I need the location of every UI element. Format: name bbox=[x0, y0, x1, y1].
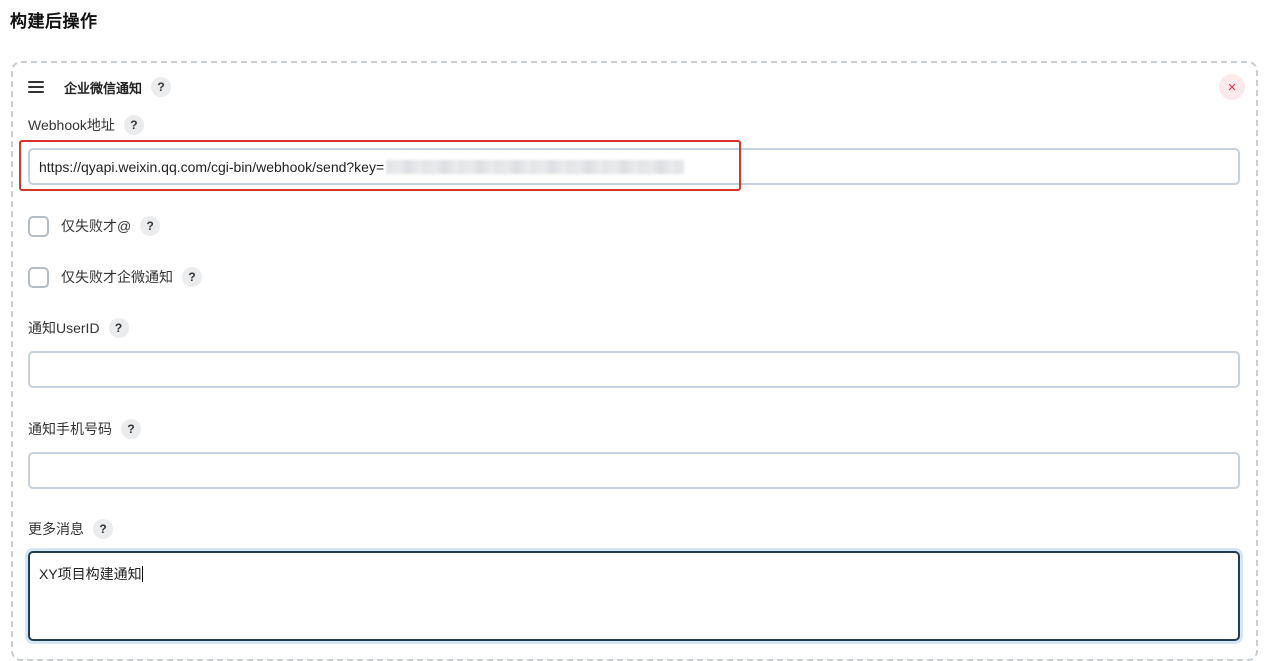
drag-handle-icon[interactable] bbox=[28, 81, 44, 93]
fail-only-at-label: 仅失败才@ bbox=[61, 218, 132, 234]
text-caret bbox=[141, 566, 143, 582]
fail-only-at-checkbox[interactable] bbox=[28, 215, 49, 237]
more-info-label-row: 更多消息 ? bbox=[28, 519, 113, 539]
webhook-help-icon[interactable]: ? bbox=[123, 115, 144, 135]
mobile-label: 通知手机号码 bbox=[28, 421, 112, 437]
fail-only-notify-help-icon[interactable]: ? bbox=[182, 267, 202, 287]
section-title: 构建后操作 bbox=[10, 12, 98, 31]
close-icon[interactable]: × bbox=[1219, 74, 1245, 100]
webhook-label: Webhook地址 bbox=[28, 117, 115, 133]
panel-header: 企业微信通知 ? bbox=[28, 77, 172, 97]
mobile-input[interactable] bbox=[28, 452, 1240, 489]
more-info-help-icon[interactable]: ? bbox=[93, 519, 113, 539]
user-id-label: 通知UserID bbox=[28, 320, 100, 336]
more-info-label: 更多消息 bbox=[28, 521, 84, 537]
fail-only-notify-label: 仅失败才企微通知 bbox=[61, 269, 173, 285]
panel-help-icon[interactable]: ? bbox=[151, 77, 172, 97]
user-id-input[interactable] bbox=[28, 351, 1240, 388]
fail-only-at-help-icon[interactable]: ? bbox=[140, 216, 161, 236]
panel-title: 企业微信通知 bbox=[64, 80, 143, 96]
fail-only-notify-row: 仅失败才企微通知 ? bbox=[28, 266, 202, 288]
mobile-label-row: 通知手机号码 ? bbox=[28, 419, 141, 439]
more-info-value: XY项目构建通知 bbox=[39, 566, 142, 582]
mobile-help-icon[interactable]: ? bbox=[121, 419, 141, 439]
webhook-value: https://qyapi.weixin.qq.com/cgi-bin/webh… bbox=[39, 158, 385, 175]
user-id-label-row: 通知UserID ? bbox=[28, 318, 129, 338]
redacted-key bbox=[386, 159, 685, 174]
webhook-input[interactable]: https://qyapi.weixin.qq.com/cgi-bin/webh… bbox=[28, 148, 1240, 185]
fail-only-at-row: 仅失败才@ ? bbox=[28, 215, 161, 237]
fail-only-notify-checkbox[interactable] bbox=[28, 266, 49, 288]
user-id-help-icon[interactable]: ? bbox=[108, 318, 129, 338]
webhook-label-row: Webhook地址 ? bbox=[28, 115, 144, 135]
more-info-textarea[interactable]: XY项目构建通知 bbox=[28, 551, 1240, 641]
